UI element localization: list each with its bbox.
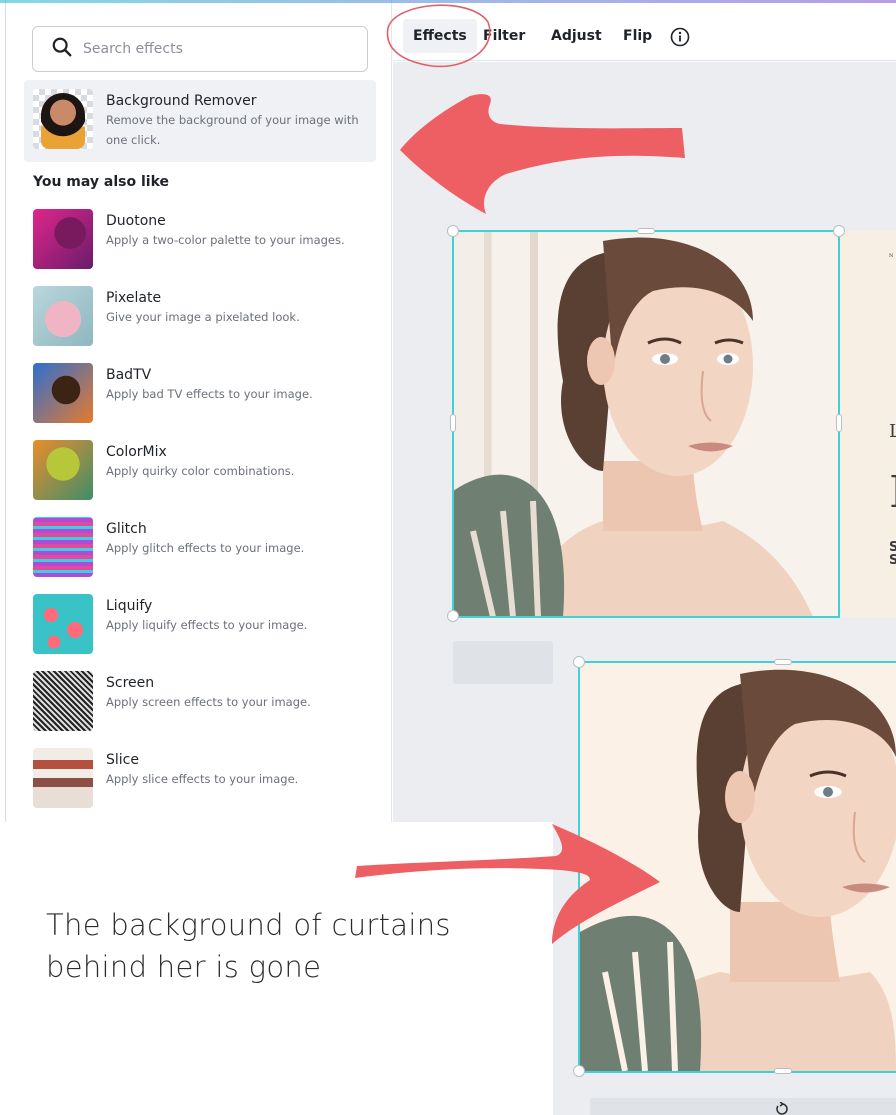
section-heading: You may also like [33,174,170,190]
flip-button[interactable]: Flip [617,19,658,53]
effect-description: Apply bad TV effects to your image. [106,387,313,401]
resize-bar[interactable] [774,1068,792,1074]
image-toolbar: Effects Filter Adjust Flip [393,3,896,61]
effect-screen[interactable]: Screen Apply screen effects to your image… [24,662,376,744]
woman-illustration-no-background [580,669,896,1071]
effect-description: Apply screen effects to your image. [106,695,311,709]
design-letter-l: L [889,421,896,442]
original-photo[interactable] [453,231,839,617]
effects-panel: Background Remover Remove the background… [0,0,392,822]
search-box[interactable] [32,26,368,72]
resize-bar[interactable] [774,659,792,665]
effect-description: Apply slice effects to your image. [106,772,299,786]
background-remover-thumbnail [33,89,93,149]
effect-description: Remove the background of your image with… [106,113,359,147]
effect-description: Apply a two-color palette to your images… [106,233,345,247]
colormix-thumbnail [33,440,93,500]
slice-thumbnail [33,748,93,808]
screen-thumbnail [33,671,93,731]
filter-button[interactable]: Filter [477,19,531,53]
effect-duotone[interactable]: Duotone Apply a two-color palette to your… [24,200,376,282]
caption-text: The background of curtains behind her is… [46,908,451,984]
effect-name: Slice [106,752,139,768]
effect-name: Duotone [106,213,166,229]
effect-name: Pixelate [106,290,162,306]
search-icon [51,36,73,62]
result-toolbar-strip [590,1098,896,1115]
effect-glitch[interactable]: Glitch Apply glitch effects to your image… [24,508,376,590]
liquify-thumbnail [33,594,93,654]
resize-bar[interactable] [836,414,842,432]
duotone-thumbnail [33,209,93,269]
panel-left-edge [0,0,6,822]
effect-description: Apply liquify effects to your image. [106,618,308,632]
effect-colormix[interactable]: ColorMix Apply quirky color combinations. [24,431,376,513]
effect-badtv[interactable]: BadTV Apply bad TV effects to your image. [24,354,376,436]
adjust-button[interactable]: Adjust [545,19,608,53]
effect-description: Apply quirky color combinations. [106,464,295,478]
result-photo[interactable] [580,662,896,1071]
design-text-block: N L I S S [839,231,896,617]
effect-name: Screen [106,675,155,691]
effects-button[interactable]: Effects [403,19,477,53]
effect-background-remover[interactable]: Background Remover Remove the background… [24,80,376,162]
woman-illustration [453,237,813,617]
effect-name: Glitch [106,521,147,537]
effect-name: BadTV [106,367,152,383]
effect-description: Give your image a pixelated look. [106,310,300,324]
resize-bar[interactable] [450,414,456,432]
design-tiny-text: N [889,253,894,259]
effect-slice[interactable]: Slice Apply slice effects to your image. [24,739,376,821]
effect-pixelate[interactable]: Pixelate Give your image a pixelated look… [24,277,376,359]
effect-description: Apply glitch effects to your image. [106,541,305,555]
design-letter-i: I [889,467,896,518]
effect-name: Liquify [106,598,153,614]
resize-handle[interactable] [447,610,459,622]
info-icon[interactable] [670,27,690,47]
badtv-thumbnail [33,363,93,423]
pixelate-thumbnail [33,286,93,346]
search-input[interactable] [83,41,343,57]
design-letter-s2: S [889,553,896,568]
resize-handle[interactable] [833,225,845,237]
resize-handle[interactable] [573,656,585,668]
effect-name: ColorMix [106,444,167,460]
resize-bar[interactable] [637,228,655,234]
effect-name: Background Remover [106,93,257,109]
rotate-icon[interactable] [774,1101,790,1115]
effect-liquify[interactable]: Liquify Apply liquify effects to your ima… [24,585,376,667]
page-toolbar-strip [453,641,553,684]
resize-handle[interactable] [573,1065,585,1077]
resize-handle[interactable] [447,225,459,237]
glitch-thumbnail [33,517,93,577]
